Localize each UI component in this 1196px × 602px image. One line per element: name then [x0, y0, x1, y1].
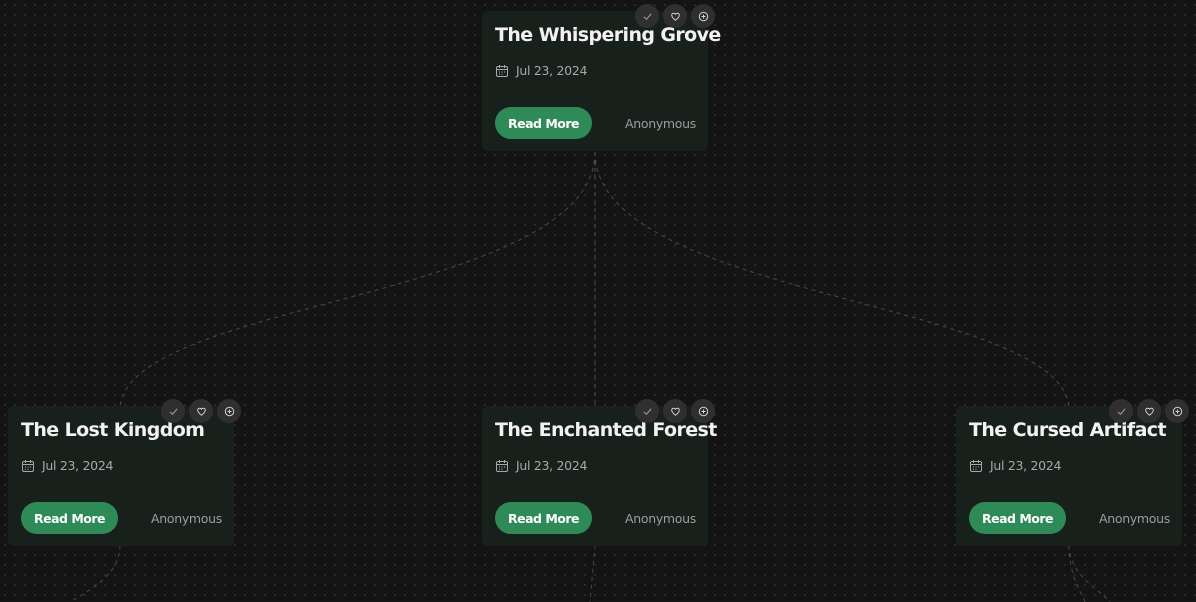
check-icon[interactable] — [161, 399, 185, 423]
edge-root-to-cursed-artifact — [594, 151, 1070, 411]
card-date: Jul 23, 2024 — [969, 458, 1170, 473]
card-author: Anonymous — [150, 510, 222, 526]
card-author: Anonymous — [624, 115, 696, 131]
add-circle-icon[interactable] — [217, 399, 241, 423]
edge-enchanted-forest-child — [589, 544, 596, 602]
card-date-text: Jul 23, 2024 — [516, 63, 588, 78]
check-icon[interactable] — [635, 399, 659, 423]
calendar-icon — [969, 459, 983, 473]
heart-icon[interactable] — [663, 4, 687, 28]
card-footer: Read More Anonymous — [495, 107, 696, 139]
card-date-text: Jul 23, 2024 — [990, 458, 1062, 473]
edge-cursed-artifact-child-b — [1068, 544, 1111, 602]
story-card-whispering-grove[interactable]: The Whispering Grove Jul 23, 2024 Read M… — [482, 4, 721, 151]
card-date-text: Jul 23, 2024 — [516, 458, 588, 473]
card-date-text: Jul 23, 2024 — [42, 458, 114, 473]
card-actions — [635, 4, 715, 28]
heart-icon[interactable] — [1137, 399, 1161, 423]
card-author: Anonymous — [624, 510, 696, 526]
story-card-cursed-artifact[interactable]: The Cursed Artifact Jul 23, 2024 Read Mo… — [956, 399, 1189, 546]
edge-lost-kingdom-child — [69, 544, 121, 602]
add-circle-icon[interactable] — [691, 399, 715, 423]
card-date: Jul 23, 2024 — [21, 458, 222, 473]
calendar-icon — [495, 64, 509, 78]
check-icon[interactable] — [635, 4, 659, 28]
story-card-enchanted-forest[interactable]: The Enchanted Forest Jul 23, 2024 Read M… — [482, 399, 717, 546]
story-tree-canvas[interactable]: The Whispering Grove Jul 23, 2024 Read M… — [0, 0, 1196, 602]
card-author: Anonymous — [1098, 510, 1170, 526]
add-circle-icon[interactable] — [1165, 399, 1189, 423]
edge-cursed-artifact-child-a — [1068, 544, 1086, 602]
edge-root-to-lost-kingdom — [119, 151, 596, 411]
read-more-button[interactable]: Read More — [495, 502, 593, 534]
read-more-button[interactable]: Read More — [495, 107, 593, 139]
check-icon[interactable] — [1109, 399, 1133, 423]
card-actions — [1109, 399, 1189, 423]
card-date: Jul 23, 2024 — [495, 458, 696, 473]
card-footer: Read More Anonymous — [495, 502, 696, 534]
card-actions — [635, 399, 715, 423]
card-footer: Read More Anonymous — [21, 502, 222, 534]
card-actions — [161, 399, 241, 423]
read-more-button[interactable]: Read More — [21, 502, 119, 534]
add-circle-icon[interactable] — [691, 4, 715, 28]
calendar-icon — [495, 459, 509, 473]
calendar-icon — [21, 459, 35, 473]
heart-icon[interactable] — [663, 399, 687, 423]
card-date: Jul 23, 2024 — [495, 63, 696, 78]
story-card-lost-kingdom[interactable]: The Lost Kingdom Jul 23, 2024 Read More … — [8, 399, 241, 546]
card-footer: Read More Anonymous — [969, 502, 1170, 534]
heart-icon[interactable] — [189, 399, 213, 423]
read-more-button[interactable]: Read More — [969, 502, 1067, 534]
